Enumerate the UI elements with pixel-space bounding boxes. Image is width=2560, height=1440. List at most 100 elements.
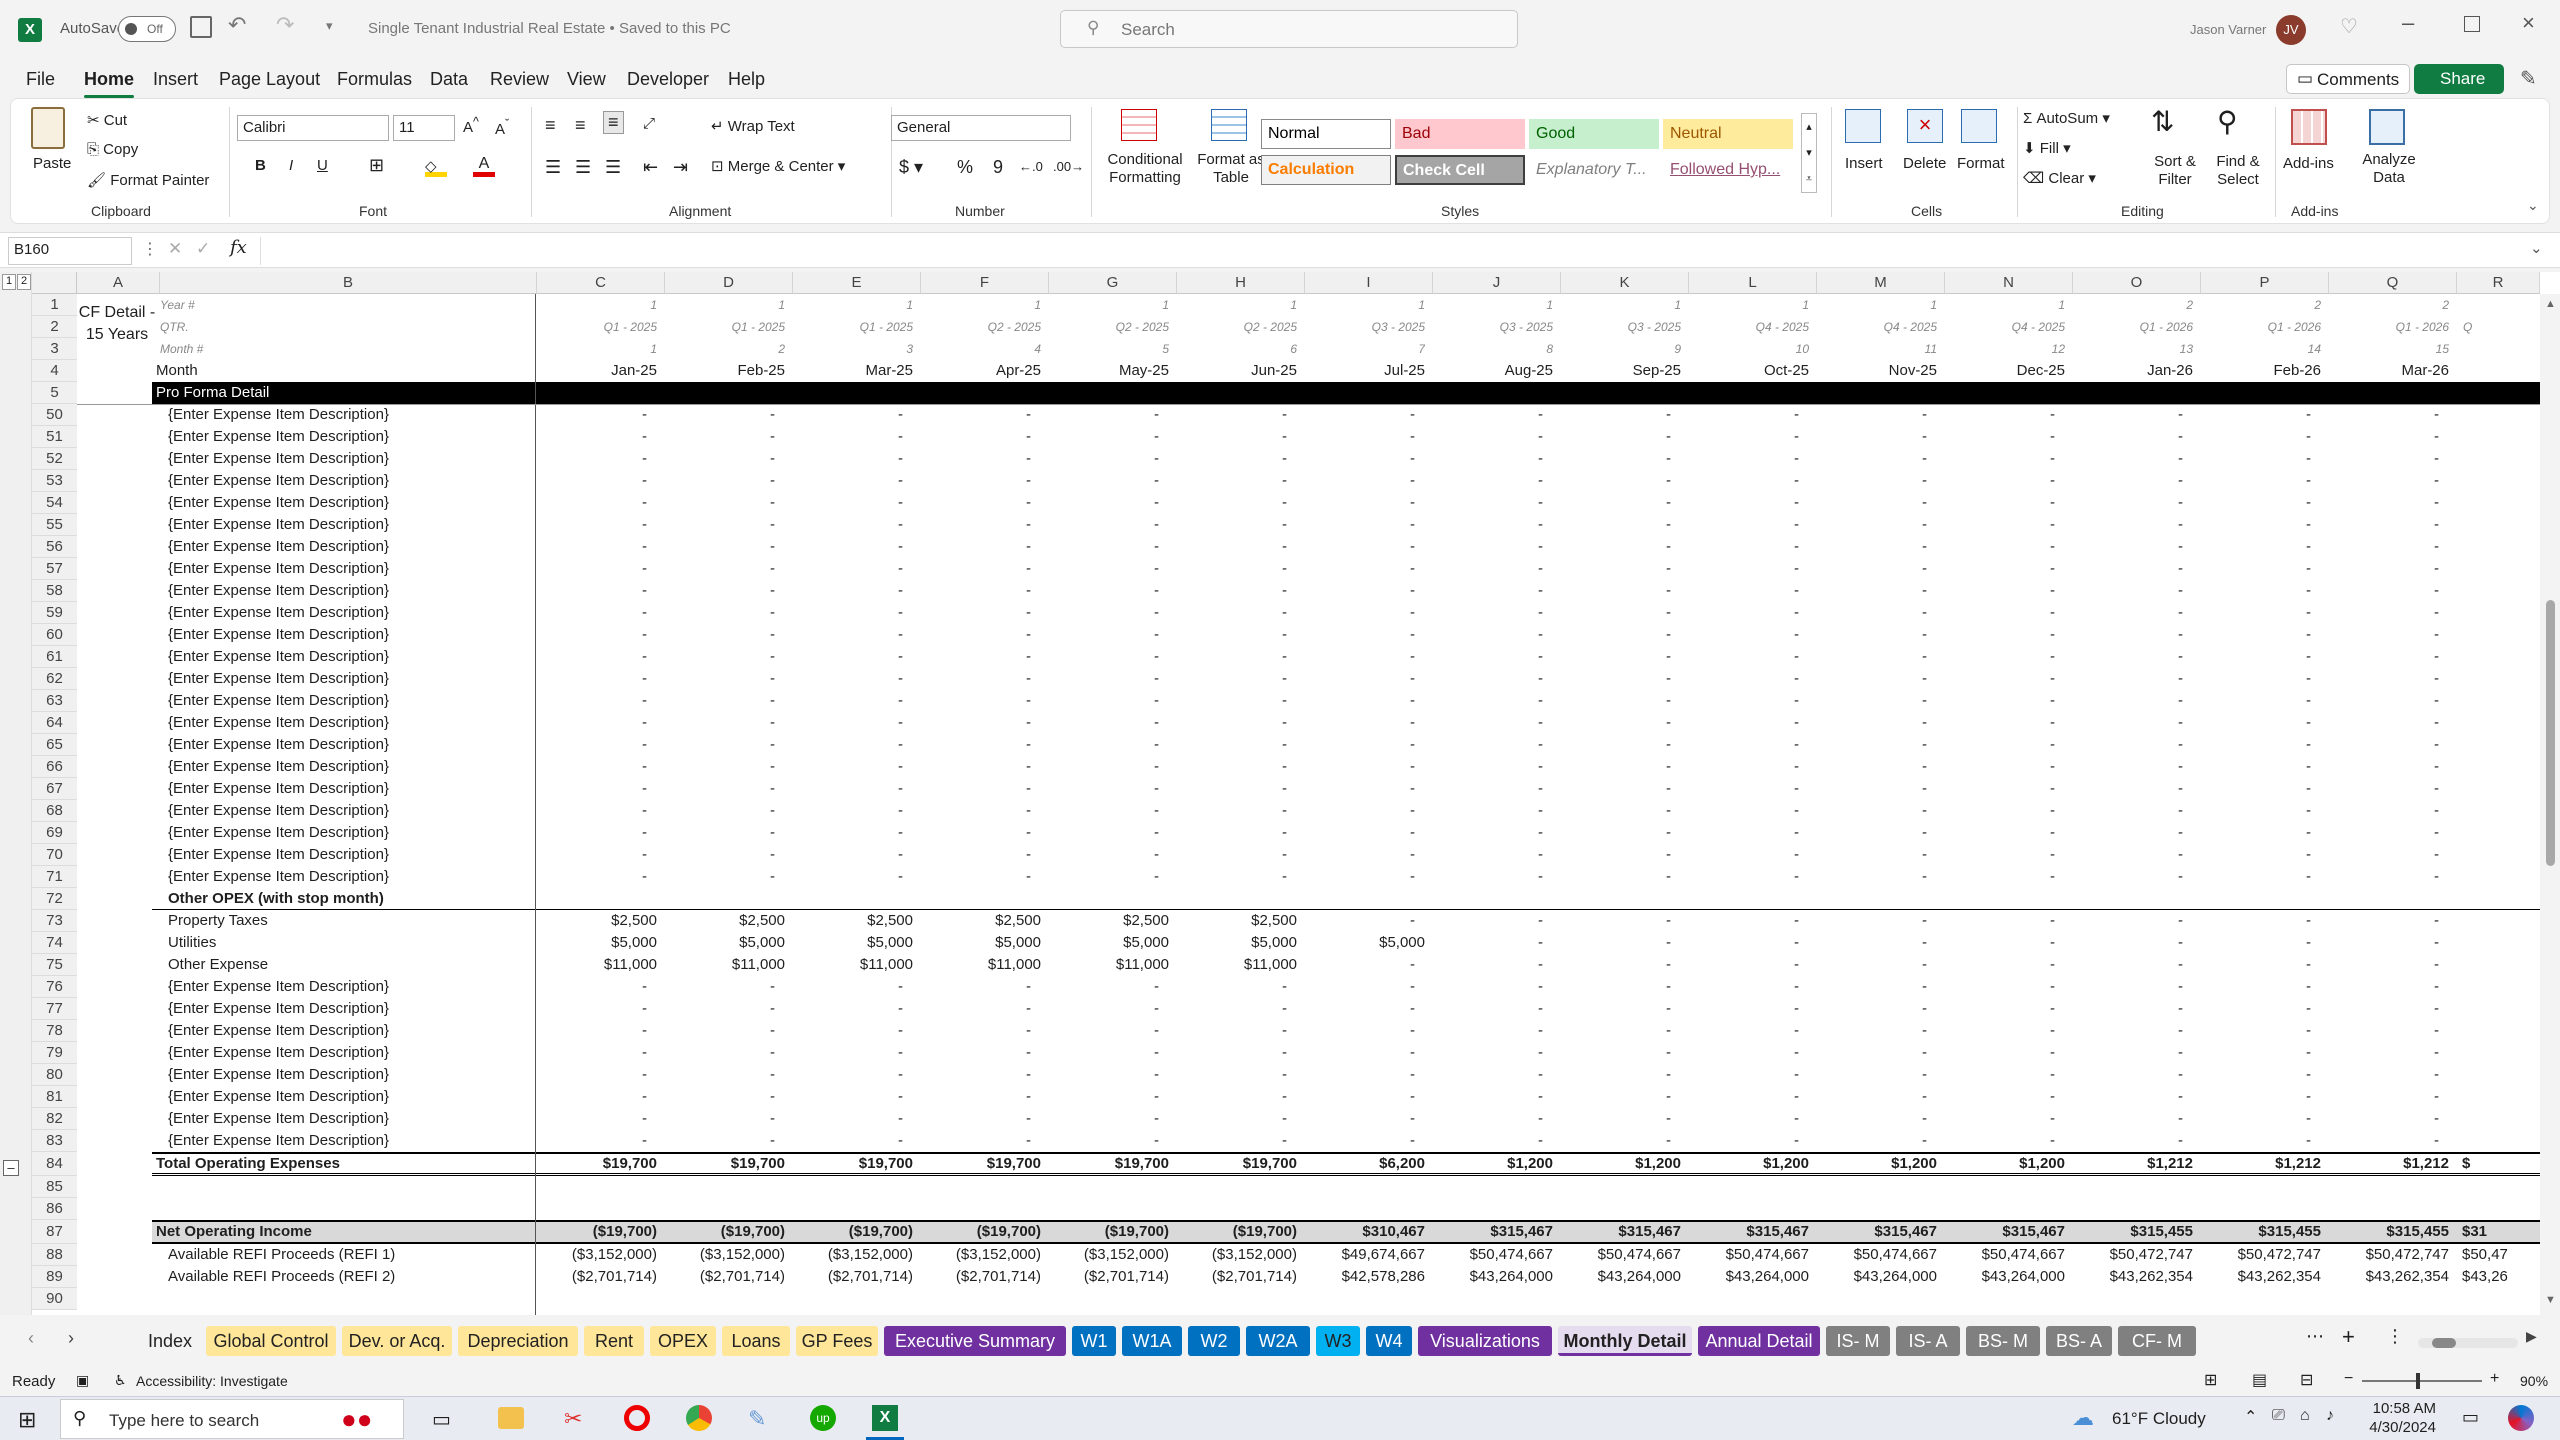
network-icon[interactable]: ⌂: [2300, 1407, 2310, 1425]
grid-cell[interactable]: -: [1433, 624, 1553, 646]
expense-description-cell[interactable]: {Enter Expense Item Description}: [168, 976, 528, 998]
grid-cell[interactable]: $50,472,747: [2073, 1244, 2193, 1266]
grid-cell[interactable]: -: [921, 602, 1041, 624]
grid-cell[interactable]: -: [537, 668, 657, 690]
grid-cell[interactable]: -: [1817, 668, 1937, 690]
sheet-tab-w3[interactable]: W3: [1316, 1326, 1360, 1356]
grid-cell[interactable]: -: [1433, 800, 1553, 822]
grid-cell[interactable]: -: [1177, 536, 1297, 558]
grid-cell[interactable]: -: [921, 756, 1041, 778]
grid-cell[interactable]: $5,000: [1177, 932, 1297, 954]
grid-cell[interactable]: -: [1561, 624, 1681, 646]
grid-cell[interactable]: -: [1689, 1064, 1809, 1086]
expense-description-cell[interactable]: {Enter Expense Item Description}: [168, 1086, 528, 1108]
grid-cell[interactable]: $310,467: [1305, 1220, 1425, 1244]
grid-cell[interactable]: -: [1689, 756, 1809, 778]
comments-button[interactable]: ▭ Comments: [2286, 64, 2410, 94]
grid-cell[interactable]: -: [921, 558, 1041, 580]
grid-cell[interactable]: -: [2329, 998, 2449, 1020]
grid-cell[interactable]: -: [1945, 558, 2065, 580]
grid-cell[interactable]: -: [793, 404, 913, 426]
grid-cell[interactable]: -: [1177, 734, 1297, 756]
grid-cell[interactable]: -: [1945, 404, 2065, 426]
grid-cell[interactable]: $19,700: [1049, 1152, 1169, 1176]
month-cell[interactable]: Aug-25: [1433, 360, 1553, 382]
grid-cell[interactable]: -: [537, 690, 657, 712]
grid-cell[interactable]: -: [1049, 602, 1169, 624]
grid-cell[interactable]: -: [2329, 668, 2449, 690]
grid-cell[interactable]: 1: [921, 294, 1041, 316]
align-right-icon[interactable]: ☰: [605, 157, 621, 178]
grid-cell[interactable]: -: [2201, 426, 2321, 448]
grid-cell[interactable]: -: [2201, 1108, 2321, 1130]
grid-cell[interactable]: -: [793, 712, 913, 734]
grid-cell[interactable]: -: [2329, 822, 2449, 844]
month-cell[interactable]: Nov-25: [1817, 360, 1937, 382]
grid-cell[interactable]: $19,700: [921, 1152, 1041, 1176]
grid-cell[interactable]: -: [2201, 756, 2321, 778]
grid-cell[interactable]: $49,674,667: [1305, 1244, 1425, 1266]
expense-description-cell[interactable]: {Enter Expense Item Description}: [168, 800, 528, 822]
grid-cell[interactable]: $315,467: [1817, 1220, 1937, 1244]
grid-cell[interactable]: -: [1433, 558, 1553, 580]
grid-cell[interactable]: -: [2329, 1130, 2449, 1152]
column-header-m[interactable]: M: [1817, 272, 1945, 294]
row-header-82[interactable]: 82: [32, 1108, 77, 1130]
grid-cell[interactable]: -: [1945, 800, 2065, 822]
grid-cell[interactable]: -: [537, 1020, 657, 1042]
increase-font-icon[interactable]: A^: [463, 115, 479, 136]
grid-cell[interactable]: -: [1305, 1086, 1425, 1108]
month-cell[interactable]: Sep-25: [1561, 360, 1681, 382]
grid-cell[interactable]: -: [537, 844, 657, 866]
grid-cell[interactable]: -: [1049, 976, 1169, 998]
analyze-data-icon[interactable]: [2369, 109, 2405, 145]
grid-cell[interactable]: $50,474,667: [1689, 1244, 1809, 1266]
grid-cell[interactable]: -: [665, 800, 785, 822]
grid-cell[interactable]: -: [1049, 1130, 1169, 1152]
grid-cell[interactable]: 7: [1305, 338, 1425, 360]
grid-cell[interactable]: -: [537, 712, 657, 734]
autosave-toggle[interactable]: Off: [118, 16, 176, 42]
grid-cell[interactable]: -: [1433, 866, 1553, 888]
expand-formula-icon[interactable]: ⌄: [2530, 239, 2543, 257]
grid-cell[interactable]: ($2,701,714): [921, 1266, 1041, 1288]
row-header-50[interactable]: 50: [32, 404, 77, 426]
scroll-down-icon[interactable]: ▼: [2545, 1294, 2556, 1306]
column-header-a[interactable]: A: [77, 272, 160, 294]
grid-cell[interactable]: -: [1561, 536, 1681, 558]
grid-cell[interactable]: -: [1945, 624, 2065, 646]
grid-cell[interactable]: $1,212: [2201, 1152, 2321, 1176]
sheet-tab-is-m[interactable]: IS- M: [1826, 1326, 1890, 1356]
grid-cell[interactable]: -: [2201, 404, 2321, 426]
grid-cell[interactable]: -: [1817, 602, 1937, 624]
grid-cell[interactable]: -: [921, 668, 1041, 690]
scroll-up-icon[interactable]: ▲: [2545, 298, 2556, 310]
grid-cell[interactable]: -: [1049, 404, 1169, 426]
grid-cell[interactable]: -: [921, 536, 1041, 558]
grid-cell[interactable]: 1: [1689, 294, 1809, 316]
grid-cell[interactable]: -: [1689, 558, 1809, 580]
grid-cell[interactable]: -: [2201, 800, 2321, 822]
grid-cell[interactable]: -: [921, 800, 1041, 822]
merge-center-button[interactable]: ⊡ Merge & Center ▾: [711, 157, 845, 175]
grid-cell[interactable]: $2,500: [1177, 910, 1297, 932]
grid-cell[interactable]: -: [665, 1042, 785, 1064]
grid-cell[interactable]: -: [2073, 822, 2193, 844]
grid-cell[interactable]: -: [1561, 1108, 1681, 1130]
grid-cell[interactable]: -: [1817, 734, 1937, 756]
grid-cell[interactable]: $5,000: [921, 932, 1041, 954]
grid-cell[interactable]: -: [2073, 470, 2193, 492]
grid-cell[interactable]: -: [537, 492, 657, 514]
sheet-tab-global-control[interactable]: Global Control: [206, 1326, 336, 1356]
grid-cell[interactable]: -: [1049, 646, 1169, 668]
grid-cell[interactable]: $43,264,000: [1689, 1266, 1809, 1288]
grid-cell[interactable]: -: [1177, 778, 1297, 800]
grid-cell[interactable]: -: [1177, 976, 1297, 998]
grid-cell[interactable]: -: [1049, 734, 1169, 756]
grid-cell[interactable]: -: [665, 756, 785, 778]
grid-cell[interactable]: -: [2201, 492, 2321, 514]
grid-cell[interactable]: -: [1945, 470, 2065, 492]
grid-cell[interactable]: -: [1817, 998, 1937, 1020]
grid-cell[interactable]: 10: [1689, 338, 1809, 360]
italic-icon[interactable]: I: [289, 157, 293, 174]
